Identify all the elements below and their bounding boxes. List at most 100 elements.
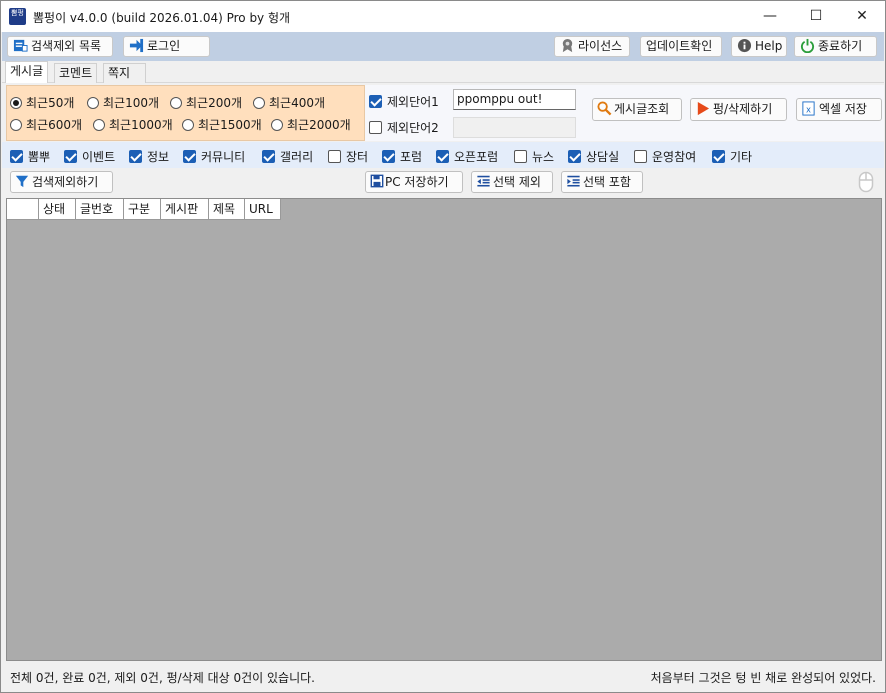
column-header-url[interactable]: URL [245, 199, 280, 219]
category-label: 뉴스 [532, 150, 555, 164]
update-button[interactable]: 업데이트확인 [640, 36, 722, 57]
category-open-forum-checkbox[interactable]: 오픈포럼 [436, 148, 498, 165]
search-icon [597, 101, 612, 116]
excel-save-label: 엑셀 저장 [819, 102, 867, 116]
filter-icon [15, 175, 29, 188]
radio-label: 최근2000개 [287, 118, 351, 132]
category-label: 오픈포럼 [454, 150, 499, 164]
checkbox-box [369, 121, 382, 134]
radio-label: 최근400개 [269, 96, 326, 110]
category-market-checkbox[interactable]: 장터 [328, 148, 368, 165]
column-header-title[interactable]: 제목 [209, 199, 245, 219]
checkbox-box [712, 150, 725, 163]
recent-400-radio[interactable]: 최근400개 [253, 94, 325, 111]
recent-600-radio[interactable]: 최근600개 [10, 116, 82, 133]
search-posts-button[interactable]: 게시글조회 [592, 98, 682, 121]
recent-100-radio[interactable]: 최근100개 [87, 94, 159, 111]
column-header-board[interactable]: 게시판 [161, 199, 209, 219]
window-title: 뽐펑이 v4.0.0 (build 2026.01.04) Pro by 헝개 [33, 11, 291, 25]
exclude-word2-label: 제외단어2 [387, 121, 439, 135]
category-news-checkbox[interactable]: 뉴스 [514, 148, 554, 165]
recent-count-panel: 최근50개 최근100개 최근200개 최근400개 최근600개 최근1000… [6, 85, 365, 141]
recent-1000-radio[interactable]: 최근1000개 [93, 116, 173, 133]
tab-comments[interactable]: 코멘트 [54, 63, 98, 83]
exclude-word2-checkbox[interactable]: 제외단어2 [369, 119, 439, 136]
license-button[interactable]: 라이선스 [554, 36, 630, 57]
column-header-post-number[interactable]: 글번호 [76, 199, 124, 219]
checkbox-box [328, 150, 341, 163]
select-include-button[interactable]: 선택 포함 [561, 171, 643, 193]
select-include-label: 선택 포함 [583, 175, 631, 189]
category-ppomppu-checkbox[interactable]: 뽐뿌 [10, 148, 50, 165]
pung-delete-button[interactable]: 펑/삭제하기 [690, 98, 787, 121]
grid-header: 상태 글번호 구분 게시판 제목 URL [7, 199, 281, 220]
category-gallery-checkbox[interactable]: 갤러리 [262, 148, 313, 165]
power-icon [800, 38, 815, 53]
radio-label: 최근1000개 [109, 118, 173, 132]
minimize-button[interactable]: — [747, 1, 793, 32]
category-forum-checkbox[interactable]: 포럼 [382, 148, 422, 165]
maximize-button[interactable]: ☐ [793, 1, 839, 32]
select-exclude-button[interactable]: 선택 제외 [471, 171, 553, 193]
list-icon [13, 39, 28, 52]
checkbox-box [129, 150, 142, 163]
pc-save-label: PC 저장하기 [385, 175, 449, 189]
category-counsel-checkbox[interactable]: 상담실 [568, 148, 619, 165]
category-label: 이벤트 [82, 150, 116, 164]
checkbox-box [369, 95, 382, 108]
play-icon [697, 101, 710, 116]
category-community-checkbox[interactable]: 커뮤니티 [183, 148, 245, 165]
radio-label: 최근50개 [26, 96, 75, 110]
recent-50-radio[interactable]: 최근50개 [10, 94, 74, 111]
recent-2000-radio[interactable]: 최근2000개 [271, 116, 351, 133]
category-label: 기타 [730, 150, 753, 164]
badge-icon [562, 38, 573, 53]
status-bar: 전체 0건, 완료 0건, 제외 0건, 펑/삭제 대상 0건이 있습니다. 처… [2, 662, 884, 692]
category-label: 포럼 [400, 150, 423, 164]
exclude-list-button[interactable]: 검색제외 목록 [7, 36, 113, 57]
login-button[interactable]: 로그인 [123, 36, 210, 57]
exclude-search-button[interactable]: 검색제외하기 [10, 171, 113, 193]
radio-dot [93, 119, 105, 131]
exclude-word1-label: 제외단어1 [387, 95, 439, 109]
column-header-status[interactable]: 상태 [39, 199, 76, 219]
radio-dot [182, 119, 194, 131]
exit-button[interactable]: 종료하기 [794, 36, 877, 57]
exclude-word1-input[interactable]: ppomppu out! [453, 89, 576, 110]
tab-posts[interactable]: 게시글 [5, 61, 49, 83]
category-event-checkbox[interactable]: 이벤트 [64, 148, 115, 165]
outdent-icon [477, 175, 490, 187]
svg-text:x: x [806, 104, 811, 114]
checkbox-box [382, 150, 395, 163]
category-label: 운영참여 [652, 150, 697, 164]
column-header-select[interactable] [7, 199, 39, 219]
radio-label: 최근1500개 [198, 118, 262, 132]
license-label: 라이선스 [578, 39, 623, 53]
category-label: 커뮤니티 [201, 150, 246, 164]
radio-dot [253, 97, 265, 109]
tab-messages[interactable]: 쪽지 [103, 63, 146, 83]
radio-dot [170, 97, 182, 109]
category-operation-checkbox[interactable]: 운영참여 [634, 148, 696, 165]
exclude-word-panel: 제외단어1 ppomppu out! 제외단어2 게시글조회 펑/삭제하기 x엑… [365, 85, 884, 141]
category-info-checkbox[interactable]: 정보 [129, 148, 169, 165]
pc-save-button[interactable]: PC 저장하기 [365, 171, 463, 193]
help-button[interactable]: Help [731, 36, 787, 57]
close-button[interactable]: ✕ [839, 1, 885, 32]
recent-200-radio[interactable]: 최근200개 [170, 94, 242, 111]
exclude-list-label: 검색제외 목록 [31, 39, 102, 53]
column-header-type[interactable]: 구분 [124, 199, 161, 219]
recent-1500-radio[interactable]: 최근1500개 [182, 116, 262, 133]
exclude-word2-input[interactable] [453, 117, 576, 138]
radio-label: 최근200개 [186, 96, 243, 110]
login-label: 로그인 [147, 39, 181, 53]
excel-save-button[interactable]: x 엑셀 저장 [796, 98, 882, 121]
category-label: 장터 [346, 150, 369, 164]
posts-grid[interactable]: 상태 글번호 구분 게시판 제목 URL [6, 198, 882, 661]
selection-toolbar: 검색제외하기 PC 저장하기 선택 제외 선택 포함 [2, 168, 884, 197]
exclude-search-label: 검색제외하기 [32, 175, 99, 189]
radio-dot [271, 119, 283, 131]
category-etc-checkbox[interactable]: 기타 [712, 148, 752, 165]
radio-label: 최근600개 [26, 118, 83, 132]
exclude-word1-checkbox[interactable]: 제외단어1 [369, 93, 439, 110]
